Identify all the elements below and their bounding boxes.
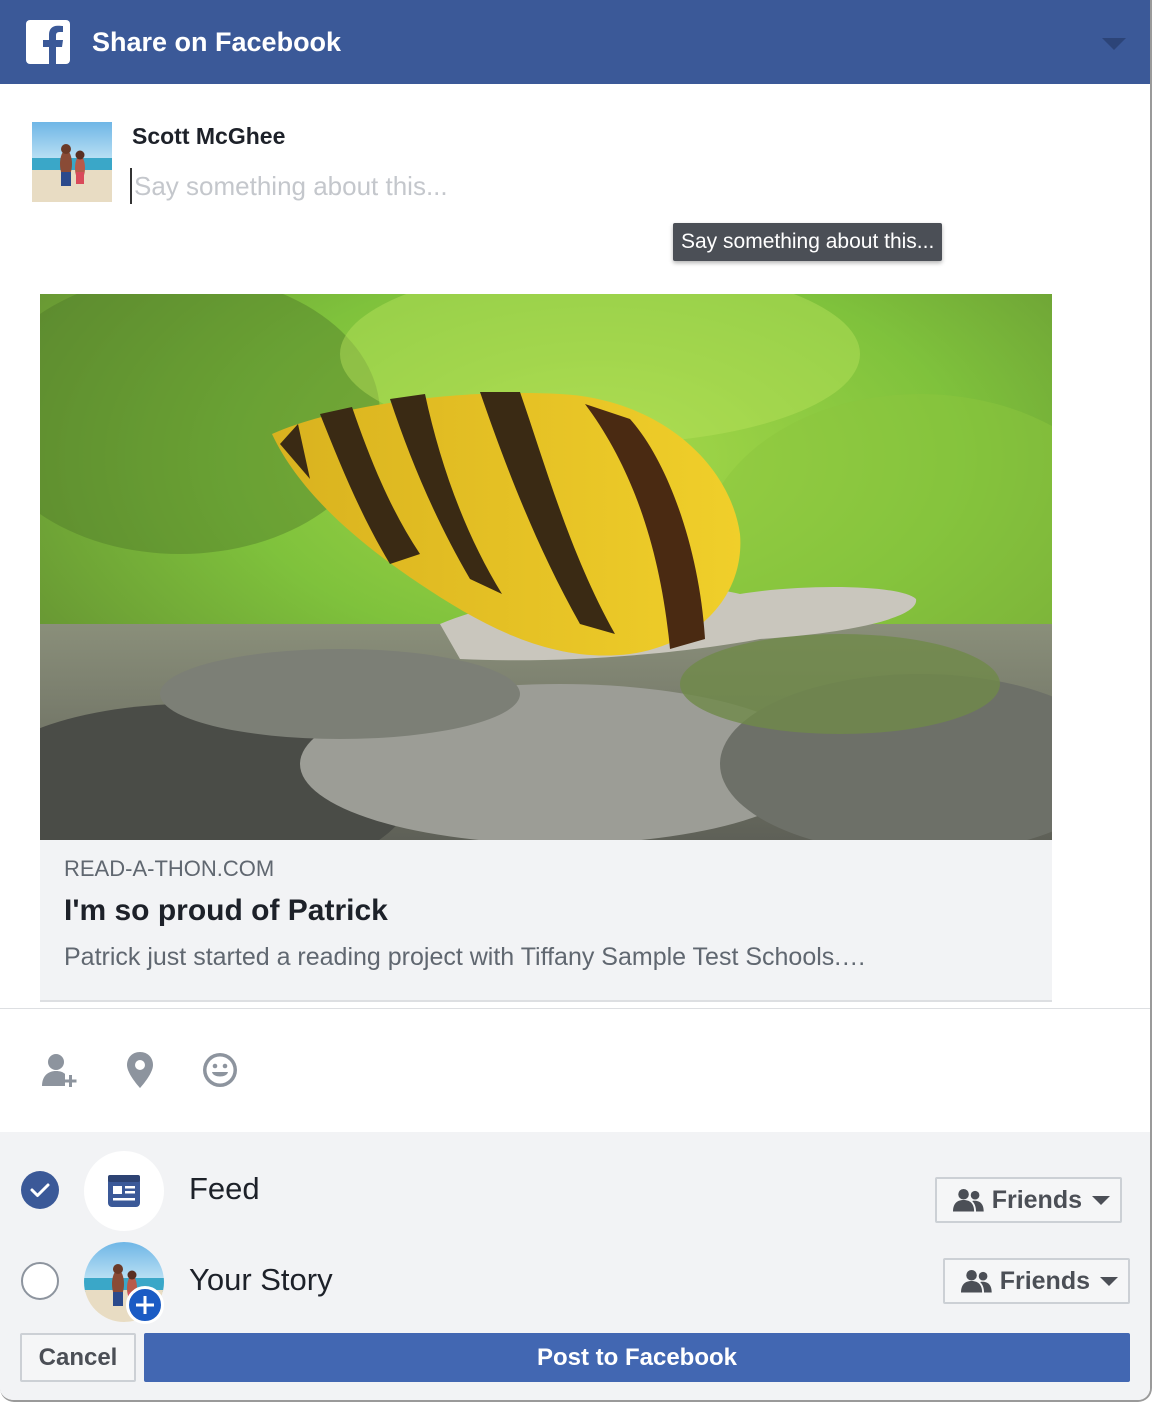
- cancel-button[interactable]: Cancel: [20, 1333, 136, 1382]
- share-dialog: Share on Facebook Scott McGhee Say somet…: [0, 0, 1152, 1402]
- tag-friends-icon[interactable]: [40, 1050, 80, 1090]
- post-to-facebook-button[interactable]: Post to Facebook: [144, 1333, 1130, 1382]
- story-label: Your Story: [189, 1262, 333, 1297]
- snail-photo: [40, 294, 1052, 840]
- news-feed-icon: [108, 1175, 140, 1207]
- post-message-input[interactable]: [130, 168, 734, 204]
- friends-icon: [961, 1269, 992, 1293]
- checkmark-icon: [30, 1183, 50, 1197]
- friends-icon: [953, 1188, 984, 1212]
- plus-icon: [136, 1296, 154, 1314]
- feed-audience-label: Friends: [991, 1185, 1082, 1214]
- feed-checkbox[interactable]: [21, 1171, 59, 1209]
- link-preview-image: [40, 294, 1052, 840]
- section-divider: [0, 1008, 1150, 1009]
- caret-down-icon: [1092, 1195, 1110, 1205]
- story-audience-label: Friends: [999, 1266, 1090, 1295]
- feed-audience-selector[interactable]: Friends: [935, 1177, 1122, 1223]
- caret-down-icon: [1100, 1276, 1118, 1286]
- story-checkbox[interactable]: [21, 1262, 59, 1300]
- link-description: Patrick just started a reading project w…: [64, 943, 867, 971]
- link-title: I'm so proud of Patrick: [64, 894, 388, 927]
- feed-label: Feed: [189, 1171, 260, 1206]
- dialog-title: Share on Facebook: [92, 27, 342, 57]
- link-domain: READ-A-THON.COM: [64, 856, 275, 881]
- location-pin-icon[interactable]: [120, 1050, 160, 1090]
- chevron-down-icon[interactable]: [1102, 38, 1126, 50]
- feeling-emoji-icon[interactable]: [200, 1050, 240, 1090]
- user-name: Scott McGhee: [132, 123, 286, 149]
- facebook-logo-icon: [26, 20, 70, 64]
- input-tooltip: Say something about this...: [673, 223, 943, 261]
- dialog-header: Share on Facebook: [0, 0, 1150, 84]
- feed-icon-circle: [84, 1151, 164, 1231]
- beach-photo-avatar: [32, 122, 112, 202]
- story-audience-selector[interactable]: Friends: [943, 1258, 1130, 1304]
- avatar: [32, 122, 112, 202]
- add-story-badge[interactable]: [126, 1286, 164, 1324]
- link-preview-card[interactable]: READ-A-THON.COM I'm so proud of Patrick …: [40, 294, 1052, 1002]
